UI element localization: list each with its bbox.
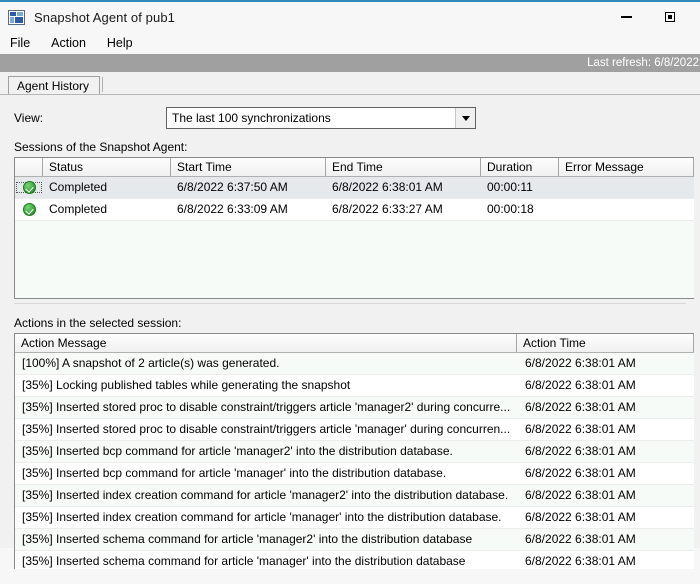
session-start-time: 6/8/2022 6:33:09 AM [177,202,288,216]
action-time: 6/8/2022 6:38:01 AM [525,532,636,546]
menu-item-action[interactable]: Action [48,34,95,52]
tab-label: Agent History [17,79,90,93]
table-row[interactable]: [35%] Inserted index creation command fo… [15,485,694,507]
table-row[interactable]: Completed 6/8/2022 6:37:50 AM 6/8/2022 6… [15,177,694,199]
session-start-time: 6/8/2022 6:37:50 AM [177,180,288,194]
session-status: Completed [49,202,108,216]
table-row[interactable]: [35%] Locking published tables while gen… [15,375,694,397]
action-time: 6/8/2022 6:38:01 AM [525,378,636,392]
action-message: [35%] Inserted bcp command for article '… [22,466,447,480]
sessions-grid-header: Status Start Time End Time Duration Erro… [15,158,694,177]
chevron-down-icon [461,115,470,121]
table-row[interactable]: [100%] A snapshot of 2 article(s) was ge… [15,353,694,375]
table-row[interactable]: [35%] Inserted bcp command for article '… [15,463,694,485]
table-row[interactable]: [35%] Inserted stored proc to disable co… [15,419,694,441]
action-message: [35%] Inserted bcp command for article '… [22,444,453,458]
action-time: 6/8/2022 6:38:01 AM [525,356,636,370]
last-refresh-bar: Last refresh: 6/8/2022 [0,54,700,72]
session-status-icon-cell [15,203,43,216]
view-dropdown-value: The last 100 synchronizations [172,111,331,125]
action-time: 6/8/2022 6:38:01 AM [525,422,636,436]
session-end-time: 6/8/2022 6:33:27 AM [332,202,443,216]
sessions-grid: Status Start Time End Time Duration Erro… [14,157,694,299]
sessions-col-start-time[interactable]: Start Time [171,158,326,176]
action-message: [35%] Inserted index creation command fo… [22,510,502,524]
status-completed-icon [22,181,36,194]
agent-history-pane: View: The last 100 synchronizations Sess… [0,94,700,569]
actions-col-action-time[interactable]: Action Time [517,334,694,352]
action-time: 6/8/2022 6:38:01 AM [525,466,636,480]
window-title: Snapshot Agent of pub1 [34,9,175,25]
sessions-col-end-time[interactable]: End Time [326,158,481,176]
action-message: [35%] Inserted index creation command fo… [22,488,509,502]
table-row[interactable]: [35%] Inserted schema command for articl… [15,529,694,551]
sessions-col-icon[interactable] [15,158,43,176]
action-message: [100%] A snapshot of 2 article(s) was ge… [22,356,280,370]
view-label: View: [14,111,44,125]
tab-separator [102,77,104,92]
minimize-icon [620,16,632,18]
table-row[interactable]: [35%] Inserted index creation command fo… [15,507,694,529]
action-message: [35%] Inserted stored proc to disable co… [22,422,511,436]
view-row: View: The last 100 synchronizations [6,95,694,129]
table-row[interactable]: [35%] Inserted bcp command for article '… [15,441,694,463]
session-duration: 00:00:18 [487,202,534,216]
sessions-col-status[interactable]: Status [43,158,171,176]
session-end-time: 6/8/2022 6:38:01 AM [332,180,443,194]
action-time: 6/8/2022 6:38:01 AM [525,554,636,568]
view-dropdown[interactable]: The last 100 synchronizations [166,107,476,129]
table-row[interactable]: Completed 6/8/2022 6:33:09 AM 6/8/2022 6… [15,199,694,221]
menu-item-help[interactable]: Help [104,34,142,52]
actions-label: Actions in the selected session: [14,316,182,330]
menu-bar: File Action Help [0,32,700,54]
action-time: 6/8/2022 6:38:01 AM [525,510,636,524]
actions-col-action-message[interactable]: Action Message [15,334,517,352]
actions-grid-header: Action Message Action Time [15,334,694,353]
sessions-label: Sessions of the Snapshot Agent: [14,140,188,154]
action-message: [35%] Inserted schema command for articl… [22,554,466,568]
action-message: [35%] Inserted stored proc to disable co… [22,400,511,414]
action-time: 6/8/2022 6:38:01 AM [525,400,636,414]
actions-grid: Action Message Action Time [100%] A snap… [14,333,694,569]
snapshot-agent-window: Snapshot Agent of pub1 File Action Help … [0,0,700,584]
view-dropdown-button[interactable] [455,108,475,128]
maximize-icon [665,12,675,22]
action-message: [35%] Locking published tables while gen… [22,378,351,392]
session-status-icon-cell [15,181,43,194]
action-time: 6/8/2022 6:38:01 AM [525,488,636,502]
window-controls [604,2,700,32]
action-message: [35%] Inserted schema command for articl… [22,532,473,546]
tab-agent-history[interactable]: Agent History [8,76,101,95]
title-bar: Snapshot Agent of pub1 [0,2,700,32]
status-completed-icon [22,203,36,216]
table-row[interactable]: [35%] Inserted schema command for articl… [15,551,694,569]
sessions-col-duration[interactable]: Duration [481,158,559,176]
sessions-col-error-message[interactable]: Error Message [559,158,694,176]
session-duration: 00:00:11 [487,180,533,194]
close-button[interactable] [692,2,700,32]
maximize-button[interactable] [648,2,692,32]
last-refresh-text: Last refresh: 6/8/2022 [587,57,699,69]
minimize-button[interactable] [604,2,648,32]
session-status: Completed [49,180,108,194]
menu-item-file[interactable]: File [7,34,39,52]
tab-strip: Agent History [0,72,700,95]
action-time: 6/8/2022 6:38:01 AM [525,444,636,458]
app-icon [8,9,25,25]
table-row[interactable]: [35%] Inserted stored proc to disable co… [15,397,694,419]
